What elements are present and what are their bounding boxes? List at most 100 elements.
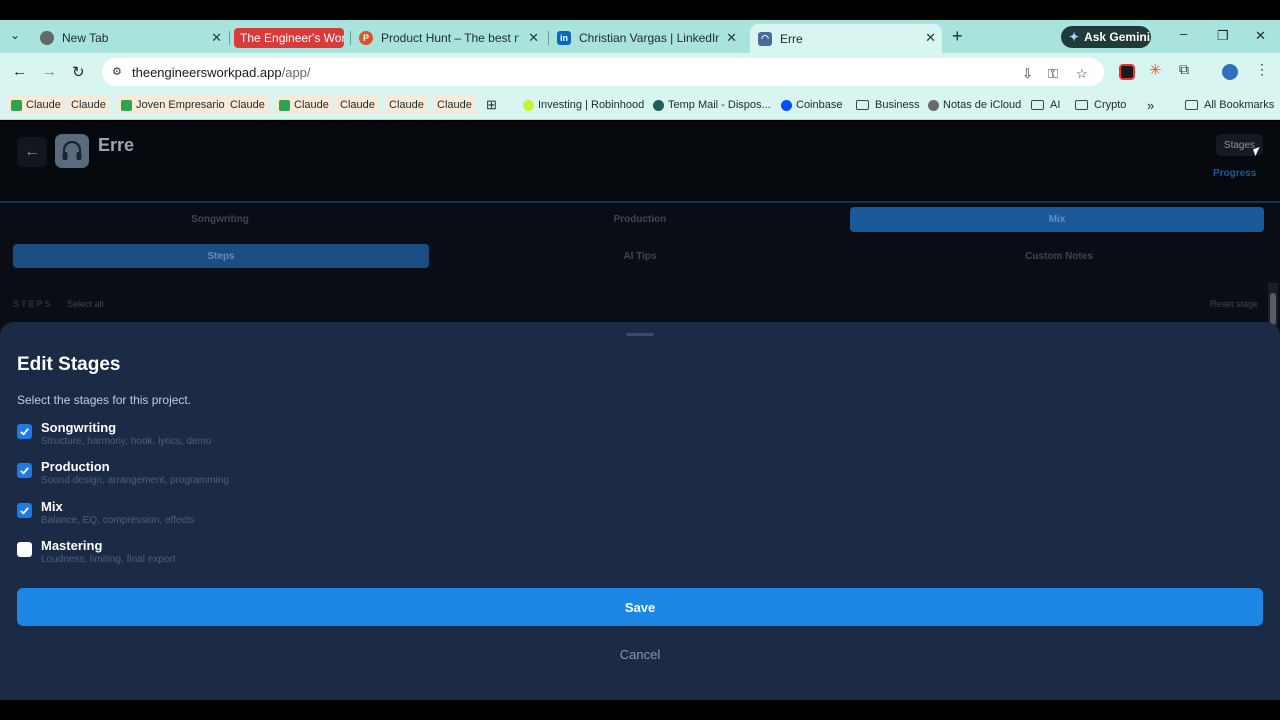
bookmark-label: Claude <box>26 99 61 111</box>
tab-search-chevron-icon[interactable]: ⌄ <box>10 28 20 42</box>
cancel-button[interactable]: Cancel <box>590 640 690 668</box>
stage-tab-mix[interactable]: Mix <box>850 207 1264 232</box>
select-all-link[interactable]: Select all <box>67 299 104 309</box>
bookmark-robinhood[interactable]: Investing | Robinhood <box>523 96 644 114</box>
tab-title: Christian Vargas | LinkedIn <box>579 31 719 45</box>
bookmark-label: Claude <box>389 99 424 111</box>
bookmark-label: Notas de iCloud <box>943 99 1022 111</box>
bookmark-claude[interactable]: Claude <box>336 96 379 114</box>
bookmark-folder-ai[interactable]: AI <box>1031 96 1060 114</box>
gemini-spark-icon: ✦ <box>1069 30 1080 44</box>
stage-option-songwriting[interactable]: Songwriting Structure, harmony, hook, ly… <box>17 420 517 450</box>
stage-option-mix[interactable]: Mix Balance, EQ, compression, effects <box>17 499 517 529</box>
project-title: Erre <box>98 135 135 155</box>
bookmark-icloud-notes[interactable]: Notas de iCloud <box>928 96 1021 114</box>
restore-window-icon[interactable]: ❐ <box>1217 28 1229 44</box>
extension-icon[interactable] <box>1119 64 1135 80</box>
mastering-checkbox[interactable] <box>17 542 32 557</box>
ask-gemini-button[interactable]: ✦ Ask Gemini <box>1061 26 1151 48</box>
tab-product-hunt[interactable]: P Product Hunt – The best new products ✕ <box>359 25 545 51</box>
stage-option-mastering[interactable]: Mastering Loudness, limiting, final expo… <box>17 538 517 568</box>
option-name: Songwriting <box>41 420 117 435</box>
tab-new-tab[interactable]: New Tab ✕ <box>40 25 228 51</box>
close-window-icon[interactable]: ✕ <box>1255 28 1266 44</box>
minimize-window-icon[interactable]: – <box>1180 26 1187 41</box>
folder-icon <box>1075 100 1088 110</box>
bookmark-label: Coinbase <box>796 99 843 111</box>
password-key-icon[interactable]: ⚿ <box>1048 66 1058 82</box>
bookmark-temp-mail[interactable]: Temp Mail - Dispos... <box>653 96 771 114</box>
songwriting-checkbox[interactable] <box>17 424 32 439</box>
tab-steps[interactable]: Steps <box>13 244 429 268</box>
folder-icon <box>1031 100 1044 110</box>
bookmark-label: Claude <box>71 99 106 111</box>
tab-erre[interactable]: ◠ Erre ✕ <box>750 24 942 53</box>
url-path: /app/ <box>281 64 311 80</box>
bookmark-label: Claude <box>230 99 265 111</box>
bookmark-claude[interactable]: Claude <box>433 96 476 114</box>
claude-extension-icon[interactable]: ✳ <box>1149 61 1165 79</box>
letterbox-bottom <box>0 700 1280 720</box>
stage-tab-songwriting[interactable]: Songwriting <box>13 207 427 232</box>
forward-arrow-icon[interactable]: → <box>42 63 57 80</box>
tab-engineers-workpad[interactable]: The Engineer's Workpad <box>234 25 344 51</box>
bookmark-label: Claude <box>294 99 329 111</box>
bookmark-folder-business[interactable]: Business <box>856 96 920 114</box>
bookmark-claude[interactable]: Claude <box>67 96 110 114</box>
save-button[interactable]: Save <box>17 588 1263 626</box>
tab-ai-tips[interactable]: AI Tips <box>432 244 848 268</box>
close-tab-icon[interactable]: ✕ <box>726 30 737 46</box>
install-app-icon[interactable]: ⇩ <box>1022 66 1033 82</box>
back-button[interactable]: ← <box>17 137 47 167</box>
address-bar[interactable]: ⚙ theengineersworkpad.app/app/ ⇩ ⚿ ☆ <box>102 58 1104 86</box>
scrollbar-thumb[interactable] <box>1270 293 1276 325</box>
tab-title: New Tab <box>62 31 109 45</box>
temp-mail-icon <box>653 99 664 111</box>
browser-menu-icon[interactable]: ⋮ <box>1255 61 1271 77</box>
bookmark-claude[interactable]: Claude <box>226 96 269 114</box>
close-tab-icon[interactable]: ✕ <box>925 30 936 46</box>
progress-link[interactable]: Progress <box>1213 168 1256 179</box>
bookmark-coinbase[interactable]: Coinbase <box>781 96 842 114</box>
site-settings-icon[interactable]: ⚙ <box>112 65 122 78</box>
bookmark-claude[interactable]: Claude <box>275 96 333 114</box>
tab-custom-notes[interactable]: Custom Notes <box>851 244 1267 268</box>
bookmark-joven-empresario[interactable]: Joven Empresario <box>117 96 229 114</box>
tab-linkedin[interactable]: in Christian Vargas | LinkedIn ✕ <box>557 25 743 51</box>
tab-separator <box>229 31 230 45</box>
option-name: Production <box>41 459 110 474</box>
back-arrow-icon[interactable]: ← <box>12 63 27 80</box>
extensions-puzzle-icon[interactable]: ⧉ <box>1179 61 1195 77</box>
bookmarks-bar: Claude Claude Joven Empresario Claude Cl… <box>0 91 1280 120</box>
sheet-drag-handle[interactable] <box>626 333 654 336</box>
tab-title: Erre <box>780 31 803 46</box>
close-tab-icon[interactable]: ✕ <box>528 30 539 46</box>
close-tab-icon[interactable]: ✕ <box>211 30 222 46</box>
bookmark-star-icon[interactable]: ☆ <box>1076 66 1088 82</box>
more-bookmarks-chevron-icon[interactable]: » <box>1147 96 1154 114</box>
bookmark-claude[interactable]: Claude <box>7 96 65 114</box>
option-detail: Loudness, limiting, final export <box>41 554 176 565</box>
project-header: ← Erre Stages Progress <box>0 121 1280 203</box>
profile-avatar-icon[interactable] <box>1222 64 1238 80</box>
reset-stage-link[interactable]: Reset stage <box>1210 299 1258 309</box>
stage-option-production[interactable]: Production Sound design, arrangement, pr… <box>17 459 517 489</box>
edit-stages-sheet: Edit Stages Select the stages for this p… <box>0 322 1280 700</box>
all-bookmarks-folder[interactable]: All Bookmarks <box>1185 96 1274 114</box>
production-checkbox[interactable] <box>17 463 32 478</box>
stage-tabs: Songwriting Production Mix <box>13 207 1267 234</box>
folder-icon <box>856 100 869 110</box>
reload-icon[interactable]: ↻ <box>72 63 85 81</box>
mix-checkbox[interactable] <box>17 503 32 518</box>
tab-title: The Engineer's Workpad <box>234 28 344 48</box>
option-detail: Structure, harmony, hook, lyrics, demo <box>41 436 212 447</box>
apps-grid-icon[interactable]: ⊞ <box>486 96 497 114</box>
bookmark-label: Business <box>875 99 920 111</box>
stage-tab-production[interactable]: Production <box>433 207 847 232</box>
bookmark-claude[interactable]: Claude <box>385 96 428 114</box>
letterbox-top <box>0 0 1280 20</box>
new-tab-plus-icon[interactable]: + <box>952 26 963 47</box>
section-tabs: Steps AI Tips Custom Notes <box>13 244 1267 270</box>
browser-toolbar: ← → ↻ ⚙ theengineersworkpad.app/app/ ⇩ ⚿… <box>0 53 1280 91</box>
bookmark-folder-crypto[interactable]: Crypto <box>1075 96 1126 114</box>
